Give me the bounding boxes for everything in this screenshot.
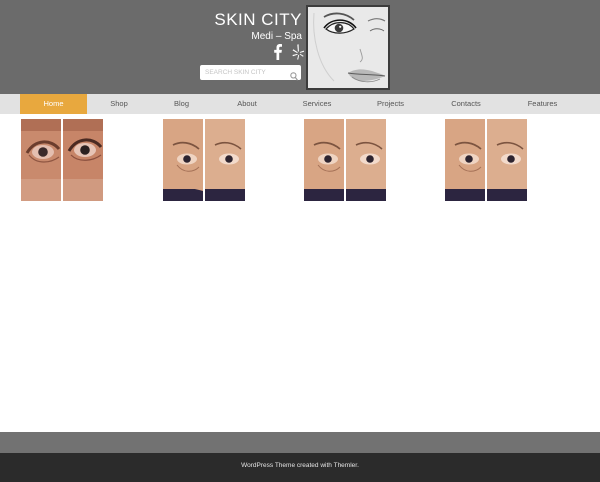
before-after-eye-photo (304, 119, 386, 201)
site-title[interactable]: SKIN CITY (214, 10, 302, 30)
nav-item-blog[interactable]: Blog (151, 94, 212, 114)
nav-item-shop[interactable]: Shop (87, 94, 151, 114)
nav-item-contacts[interactable]: Contacts (429, 94, 503, 114)
site-footer: WordPress Theme created with Themler. (0, 453, 600, 482)
facebook-icon[interactable] (271, 43, 285, 60)
site-brand[interactable]: SKIN CITY Medi – Spa (214, 10, 302, 43)
gallery-item[interactable] (304, 119, 386, 201)
search-box (200, 65, 301, 81)
social-links (271, 43, 305, 60)
nav-item-about[interactable]: About (212, 94, 282, 114)
footer-credit[interactable]: WordPress Theme created with Themler. (0, 462, 600, 469)
nav-item-features[interactable]: Features (503, 94, 582, 114)
face-sketch-image (306, 5, 390, 90)
before-after-eye-photo (445, 119, 527, 201)
before-after-eye-photo (21, 119, 103, 201)
nav-item-projects[interactable]: Projects (352, 94, 429, 114)
gallery (0, 119, 600, 202)
footer-band (0, 432, 600, 453)
main-nav: Home Shop Blog About Services Projects C… (0, 94, 600, 114)
gallery-item[interactable] (445, 119, 527, 201)
gallery-item[interactable] (21, 119, 103, 201)
site-header: SKIN CITY Medi – Spa (0, 0, 600, 94)
nav-item-services[interactable]: Services (282, 94, 352, 114)
search-icon[interactable] (290, 68, 298, 81)
nav-item-home[interactable]: Home (20, 94, 87, 114)
site-subtitle: Medi – Spa (251, 31, 302, 42)
gallery-item[interactable] (163, 119, 245, 201)
before-after-eye-photo (163, 119, 245, 201)
search-input[interactable] (200, 65, 288, 80)
yelp-icon[interactable] (291, 43, 305, 60)
